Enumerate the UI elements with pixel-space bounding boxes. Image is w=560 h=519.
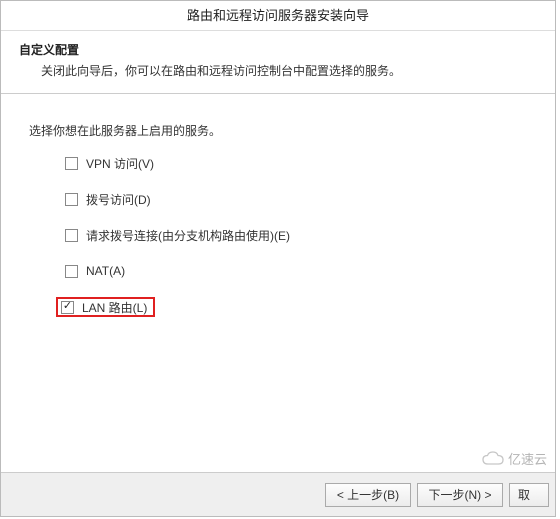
option-label: VPN 访问(V) [86,155,154,172]
wizard-button-bar: < 上一步(B) 下一步(N) > 取 [1,472,555,516]
wizard-header: 自定义配置 关闭此向导后，你可以在路由和远程访问控制台中配置选择的服务。 [1,31,555,94]
option-nat[interactable]: NAT(A) [61,261,555,281]
option-demand-dial[interactable]: 请求拨号连接(由分支机构路由使用)(E) [61,225,555,245]
wizard-dialog: 路由和远程访问服务器安装向导 自定义配置 关闭此向导后，你可以在路由和远程访问控… [0,0,556,517]
wizard-header-title: 自定义配置 [19,41,555,58]
option-label: 拨号访问(D) [86,191,151,208]
option-vpn-access[interactable]: VPN 访问(V) [61,153,555,173]
dialog-title: 路由和远程访问服务器安装向导 [1,1,555,31]
option-label: NAT(A) [86,264,125,278]
checkbox-icon[interactable] [65,157,78,170]
checkbox-icon[interactable] [65,229,78,242]
option-lan-routing[interactable]: LAN 路由(L) [56,297,155,317]
checkbox-icon[interactable] [65,265,78,278]
cloud-icon [482,451,504,467]
checkbox-icon[interactable] [61,301,74,314]
back-button[interactable]: < 上一步(B) [325,483,411,507]
option-label: 请求拨号连接(由分支机构路由使用)(E) [86,227,290,244]
option-dialup-access[interactable]: 拨号访问(D) [61,189,555,209]
watermark-text: 亿速云 [508,449,547,468]
next-button[interactable]: 下一步(N) > [417,483,503,507]
wizard-body: 选择你想在此服务器上启用的服务。 VPN 访问(V) 拨号访问(D) 请求拨号连… [1,94,555,331]
wizard-instruction: 选择你想在此服务器上启用的服务。 [29,122,555,139]
cancel-button[interactable]: 取 [509,483,549,507]
watermark: 亿速云 [482,449,547,468]
checkbox-icon[interactable] [65,193,78,206]
option-label: LAN 路由(L) [82,299,147,316]
service-checkbox-list: VPN 访问(V) 拨号访问(D) 请求拨号连接(由分支机构路由使用)(E) N… [61,153,555,331]
wizard-header-subtitle: 关闭此向导后，你可以在路由和远程访问控制台中配置选择的服务。 [41,62,555,79]
